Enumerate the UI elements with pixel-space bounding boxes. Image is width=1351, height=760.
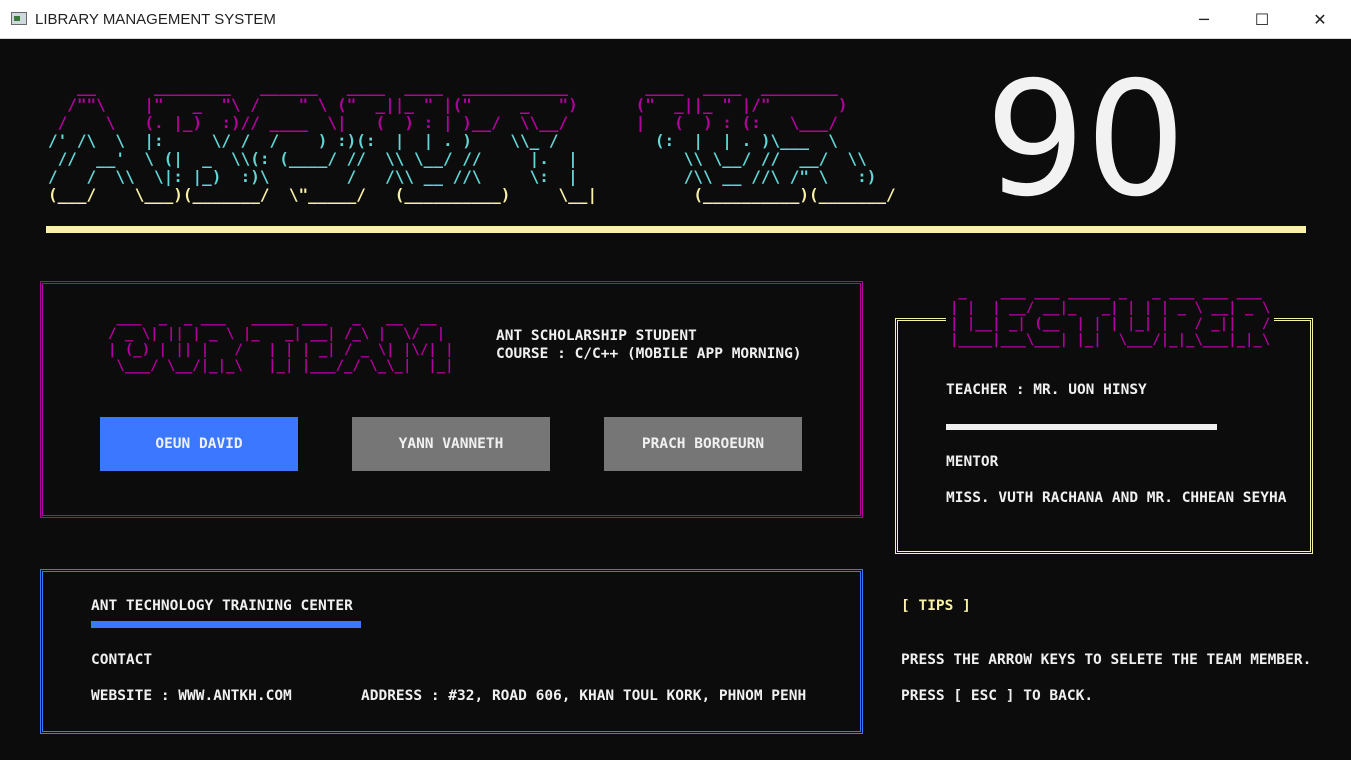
console-app-icon bbox=[11, 12, 27, 25]
close-button[interactable]: ✕ bbox=[1291, 0, 1349, 39]
member-button-yann-vanneth[interactable]: YANN VANNETH bbox=[352, 417, 550, 471]
member-button-prach-boroeurn[interactable]: PRACH BOROEURN bbox=[604, 417, 802, 471]
window-titlebar: LIBRARY MANAGEMENT SYSTEM ─ ☐ ✕ bbox=[0, 0, 1351, 39]
our-team-ascii: ___ _ _ ___ _____ ___ _ __ __ / _ \| || … bbox=[108, 310, 454, 374]
tips-line1: PRESS THE ARROW KEYS TO SELETE THE TEAM … bbox=[901, 652, 1312, 668]
member-button-oeun-david[interactable]: OEUN DAVID bbox=[100, 417, 298, 471]
window-title: LIBRARY MANAGEMENT SYSTEM bbox=[35, 11, 276, 28]
team-info-line1: ANT SCHOLARSHIP STUDENT bbox=[496, 328, 697, 344]
contact-panel bbox=[40, 569, 863, 734]
about-us-ascii-top: __ ________ ______ ____ ____ ___________… bbox=[57, 77, 848, 132]
website-text: WEBSITE : WWW.ANTKH.COM bbox=[91, 688, 292, 704]
mentor-names: MISS. VUTH RACHANA AND MR. CHHEAN SEYHA bbox=[946, 490, 1287, 506]
mentor-label: MENTOR bbox=[946, 454, 999, 470]
banner-divider bbox=[46, 226, 1306, 233]
tips-label: [ TIPS ] bbox=[901, 598, 971, 614]
lecturer-divider bbox=[946, 424, 1217, 430]
contact-label: CONTACT bbox=[91, 652, 153, 668]
page-number: 90 bbox=[985, 48, 1187, 232]
lecturer-ascii: _ ___ ___ _____ _ _ ___ ___ ___ | | | __… bbox=[946, 284, 1275, 348]
team-info-line2: COURSE : C/C++ (MOBILE APP MORNING) bbox=[496, 346, 802, 362]
lecturer-panel bbox=[895, 318, 1313, 554]
about-us-ascii-middle: /' /\ \ |: \/ / / ) :)(: | | . ) \\_ / (… bbox=[48, 131, 877, 186]
maximize-button[interactable]: ☐ bbox=[1233, 0, 1291, 39]
center-underline bbox=[91, 621, 361, 628]
address-text: ADDRESS : #32, ROAD 606, KHAN TOUL KORK,… bbox=[361, 688, 807, 704]
minimize-button[interactable]: ─ bbox=[1175, 0, 1233, 39]
teacher-text: TEACHER : MR. UON HINSY bbox=[946, 382, 1147, 398]
center-name: ANT TECHNOLOGY TRAINING CENTER bbox=[91, 598, 353, 614]
about-us-ascii-bottom: (___/ \___)(_______/ \"_____/ (_________… bbox=[48, 185, 896, 204]
tips-line2: PRESS [ ESC ] TO BACK. bbox=[901, 688, 1094, 704]
